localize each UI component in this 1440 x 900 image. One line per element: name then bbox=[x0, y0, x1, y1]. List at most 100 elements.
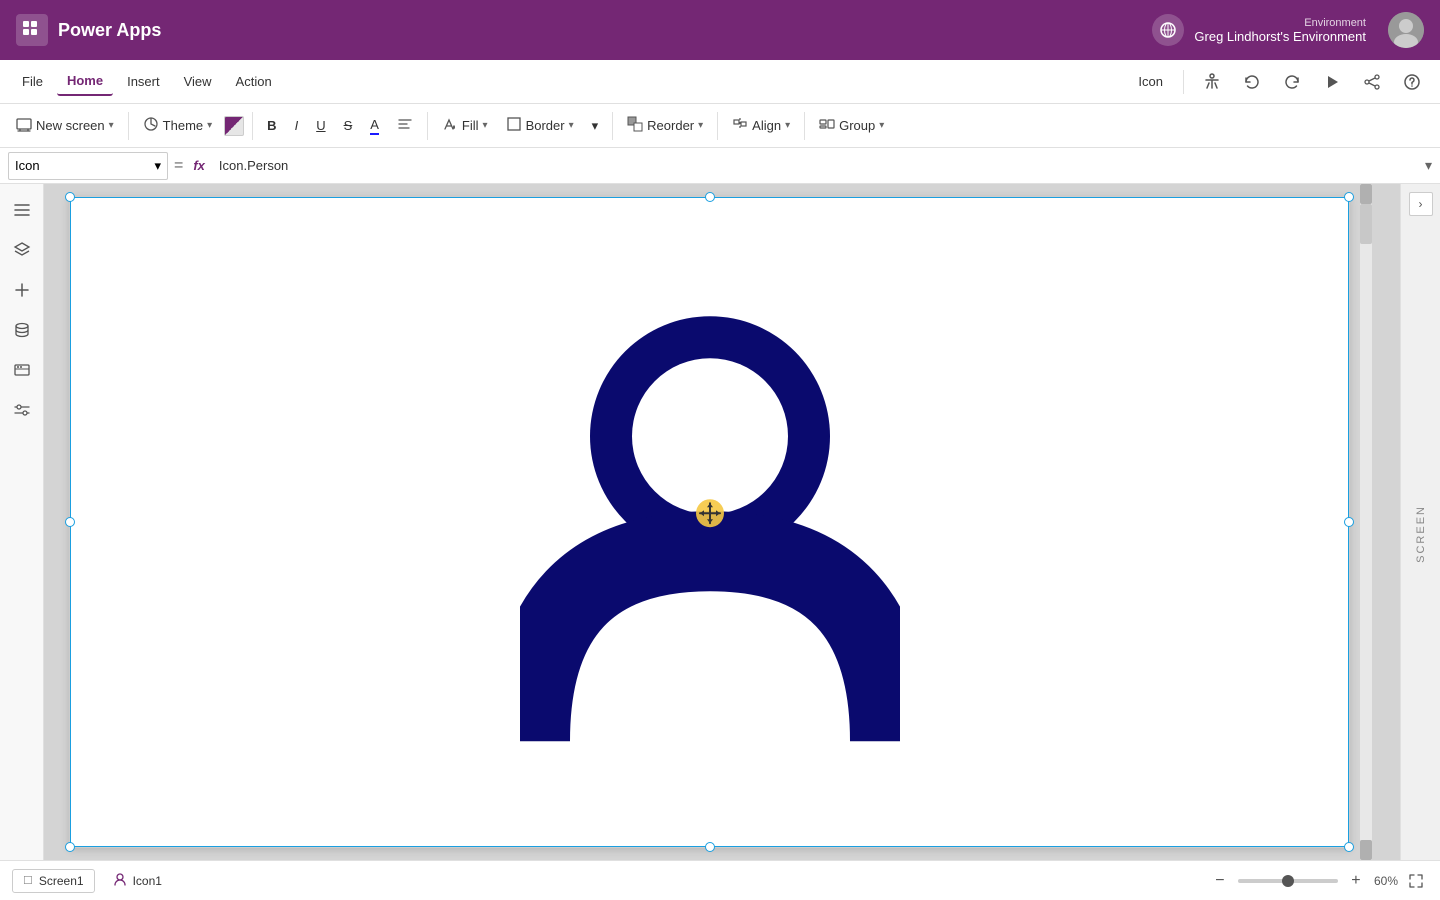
theme-label: Theme bbox=[163, 118, 203, 133]
menu-insert[interactable]: Insert bbox=[117, 68, 170, 95]
app-name: Power Apps bbox=[58, 20, 1152, 41]
sidebar-layers-icon[interactable] bbox=[4, 232, 40, 268]
menu-home[interactable]: Home bbox=[57, 67, 113, 96]
handle-bc[interactable] bbox=[705, 842, 715, 852]
formula-chevron[interactable]: ▾ bbox=[1425, 157, 1432, 174]
menu-right-icons: Icon bbox=[1130, 66, 1428, 98]
italic-button[interactable]: I bbox=[287, 114, 307, 137]
toolbar: New screen ▾ Theme ▾ B I U S A bbox=[0, 104, 1440, 148]
zoom-controls: − + 60% bbox=[1208, 869, 1428, 893]
border-label: Border bbox=[526, 118, 565, 133]
zoom-unit: % bbox=[1387, 874, 1398, 888]
sep6 bbox=[804, 112, 805, 140]
theme-color-swatch bbox=[224, 116, 244, 136]
sidebar-media-icon[interactable] bbox=[4, 352, 40, 388]
sep3 bbox=[427, 112, 428, 140]
theme-button[interactable]: Theme ▾ bbox=[135, 112, 221, 139]
play-button[interactable] bbox=[1316, 66, 1348, 98]
help-button[interactable] bbox=[1396, 66, 1428, 98]
handle-bl[interactable] bbox=[65, 842, 75, 852]
person-icon[interactable] bbox=[520, 281, 900, 744]
align-icon bbox=[397, 116, 413, 135]
new-screen-button[interactable]: New screen ▾ bbox=[8, 112, 122, 139]
bold-label: B bbox=[267, 118, 276, 133]
icon1-tab[interactable]: Icon1 bbox=[103, 868, 172, 893]
handle-tl[interactable] bbox=[65, 192, 75, 202]
bold-button[interactable]: B bbox=[259, 114, 284, 137]
strikethrough-button[interactable]: S bbox=[336, 114, 361, 137]
reorder-label: Reorder bbox=[647, 118, 694, 133]
align-btn-icon bbox=[732, 116, 748, 135]
sep4 bbox=[612, 112, 613, 140]
menu-file[interactable]: File bbox=[12, 68, 53, 95]
sidebar-controls-icon[interactable] bbox=[4, 392, 40, 428]
equals-sign: = bbox=[174, 157, 183, 175]
group-button[interactable]: Group ▾ bbox=[811, 112, 892, 139]
icon1-tab-label: Icon1 bbox=[133, 874, 162, 888]
align-button[interactable]: Align ▾ bbox=[724, 112, 798, 139]
font-color-label: A bbox=[370, 117, 379, 135]
vertical-scrollbar[interactable] bbox=[1360, 184, 1372, 860]
menu-action[interactable]: Action bbox=[226, 68, 282, 95]
accessibility-icon-btn[interactable] bbox=[1196, 66, 1228, 98]
undo-button[interactable] bbox=[1236, 66, 1268, 98]
handle-tc[interactable] bbox=[705, 192, 715, 202]
font-color-button[interactable]: A bbox=[362, 113, 387, 139]
scrollbar-body[interactable] bbox=[1360, 204, 1372, 244]
sep2 bbox=[252, 112, 253, 140]
zoom-slider[interactable] bbox=[1238, 879, 1338, 883]
main-content: › SCREEN bbox=[0, 184, 1440, 860]
screen1-tab-icon: ☐ bbox=[23, 874, 33, 887]
zoom-value: 60% bbox=[1374, 874, 1398, 888]
group-chevron: ▾ bbox=[879, 120, 884, 131]
sidebar-database-icon[interactable] bbox=[4, 312, 40, 348]
zoom-in-button[interactable]: + bbox=[1344, 869, 1368, 893]
user-avatar[interactable] bbox=[1388, 12, 1424, 48]
italic-label: I bbox=[295, 118, 299, 133]
handle-ml[interactable] bbox=[65, 517, 75, 527]
align-text-button[interactable] bbox=[389, 112, 421, 139]
underline-label: U bbox=[316, 118, 325, 133]
zoom-slider-thumb bbox=[1282, 875, 1294, 887]
icon-label: Icon bbox=[1130, 70, 1171, 93]
screen-label: SCREEN bbox=[1415, 505, 1427, 563]
formula-input[interactable] bbox=[215, 152, 1419, 180]
menu-bar: File Home Insert View Action Icon bbox=[0, 60, 1440, 104]
reorder-button[interactable]: Reorder ▾ bbox=[619, 112, 711, 139]
scope-value: Icon bbox=[15, 158, 40, 173]
zoom-number: 60 bbox=[1374, 874, 1387, 888]
fill-button[interactable]: Fill ▾ bbox=[434, 112, 496, 139]
expand-button[interactable]: ▾ bbox=[584, 114, 607, 138]
app-icon bbox=[16, 14, 48, 46]
scope-select[interactable]: Icon ▾ bbox=[8, 152, 168, 180]
border-icon bbox=[506, 116, 522, 135]
menu-view[interactable]: View bbox=[174, 68, 222, 95]
screen1-tab[interactable]: ☐ Screen1 bbox=[12, 869, 95, 893]
fill-label: Fill bbox=[462, 118, 479, 133]
env-label: Environment bbox=[1194, 17, 1366, 29]
group-label: Group bbox=[839, 118, 875, 133]
new-screen-icon bbox=[16, 116, 32, 135]
right-panel: › SCREEN bbox=[1400, 184, 1440, 860]
handle-mr[interactable] bbox=[1344, 517, 1354, 527]
formula-bar: Icon ▾ = fx ▾ bbox=[0, 148, 1440, 184]
scrollbar-thumb-bottom bbox=[1360, 840, 1372, 860]
fullscreen-button[interactable] bbox=[1404, 869, 1428, 893]
handle-tr[interactable] bbox=[1344, 192, 1354, 202]
title-bar: Power Apps Environment Greg Lindhorst's … bbox=[0, 0, 1440, 60]
fill-chevron: ▾ bbox=[483, 120, 488, 131]
redo-button[interactable] bbox=[1276, 66, 1308, 98]
sidebar-menu-icon[interactable] bbox=[4, 192, 40, 228]
border-button[interactable]: Border ▾ bbox=[498, 112, 582, 139]
canvas-area[interactable] bbox=[44, 184, 1400, 860]
underline-button[interactable]: U bbox=[308, 114, 333, 137]
sidebar-add-icon[interactable] bbox=[4, 272, 40, 308]
handle-br[interactable] bbox=[1344, 842, 1354, 852]
zoom-out-button[interactable]: − bbox=[1208, 869, 1232, 893]
sep5 bbox=[717, 112, 718, 140]
panel-collapse-button[interactable]: › bbox=[1409, 192, 1433, 216]
fx-button[interactable]: fx bbox=[189, 156, 209, 175]
sep1 bbox=[128, 112, 129, 140]
share-button[interactable] bbox=[1356, 66, 1388, 98]
group-icon bbox=[819, 116, 835, 135]
